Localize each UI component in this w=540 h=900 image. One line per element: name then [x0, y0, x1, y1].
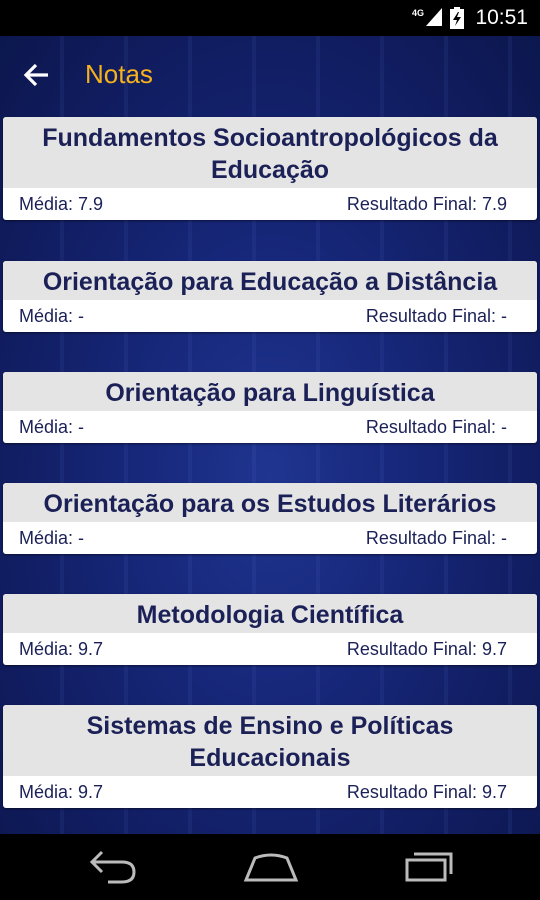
grade-row: Média: - Resultado Final: -	[3, 300, 537, 332]
battery-charging-icon	[450, 7, 464, 34]
grade-row: Média: 7.9 Resultado Final: 7.9	[3, 188, 537, 220]
grade-row: Média: 9.7 Resultado Final: 9.7	[3, 776, 537, 808]
back-nav-icon[interactable]	[88, 848, 138, 889]
media-value: Média: -	[19, 417, 85, 437]
final-result-value: Resultado Final: -	[365, 417, 507, 437]
grade-row: Média: - Resultado Final: -	[3, 411, 537, 443]
subject-title: Metodologia Científica	[3, 594, 537, 633]
grade-card[interactable]: Orientação para os Estudos Literários Mé…	[3, 483, 537, 554]
arrow-back-icon[interactable]	[22, 60, 58, 92]
app-bar: Notas	[0, 36, 540, 116]
final-result-value: Resultado Final: -	[365, 528, 507, 548]
main-content: Notas Fundamentos Socioantropológicos da…	[0, 36, 540, 834]
subject-title: Fundamentos Socioantropológicos da Educa…	[3, 117, 537, 188]
grade-card[interactable]: Orientação para Educação a Distância Méd…	[3, 261, 537, 332]
grade-row: Média: - Resultado Final: -	[3, 522, 537, 554]
media-value: Média: -	[19, 528, 85, 548]
grade-card[interactable]: Sistemas de Ensino e Políticas Educacion…	[3, 705, 537, 808]
final-result-value: Resultado Final: 9.7	[346, 639, 507, 659]
home-nav-icon[interactable]	[243, 848, 299, 889]
grade-row: Média: 9.7 Resultado Final: 9.7	[3, 633, 537, 665]
final-result-value: Resultado Final: 9.7	[346, 782, 507, 802]
clock: 10:51	[475, 6, 528, 29]
status-bar: 4G 10:51	[0, 0, 540, 36]
network-type: 4G	[411, 8, 424, 18]
signal-icon	[426, 8, 442, 31]
subject-title: Orientação para Educação a Distância	[3, 261, 537, 300]
subject-title: Sistemas de Ensino e Políticas Educacion…	[3, 705, 537, 776]
final-result-value: Resultado Final: -	[365, 306, 507, 326]
grade-card[interactable]: Fundamentos Socioantropológicos da Educa…	[3, 117, 537, 220]
subject-title: Orientação para Linguística	[3, 372, 537, 411]
page-title: Notas	[85, 59, 153, 89]
final-result-value: Resultado Final: 7.9	[346, 194, 507, 214]
media-value: Média: 9.7	[19, 639, 104, 659]
grade-card[interactable]: Orientação para Linguística Média: - Res…	[3, 372, 537, 443]
media-value: Média: 7.9	[19, 194, 104, 214]
grade-card[interactable]: Metodologia Científica Média: 9.7 Result…	[3, 594, 537, 665]
subject-title: Orientação para os Estudos Literários	[3, 483, 537, 522]
media-value: Média: 9.7	[19, 782, 104, 802]
navigation-bar	[0, 834, 540, 900]
media-value: Média: -	[19, 306, 85, 326]
recent-apps-icon[interactable]	[404, 848, 454, 889]
